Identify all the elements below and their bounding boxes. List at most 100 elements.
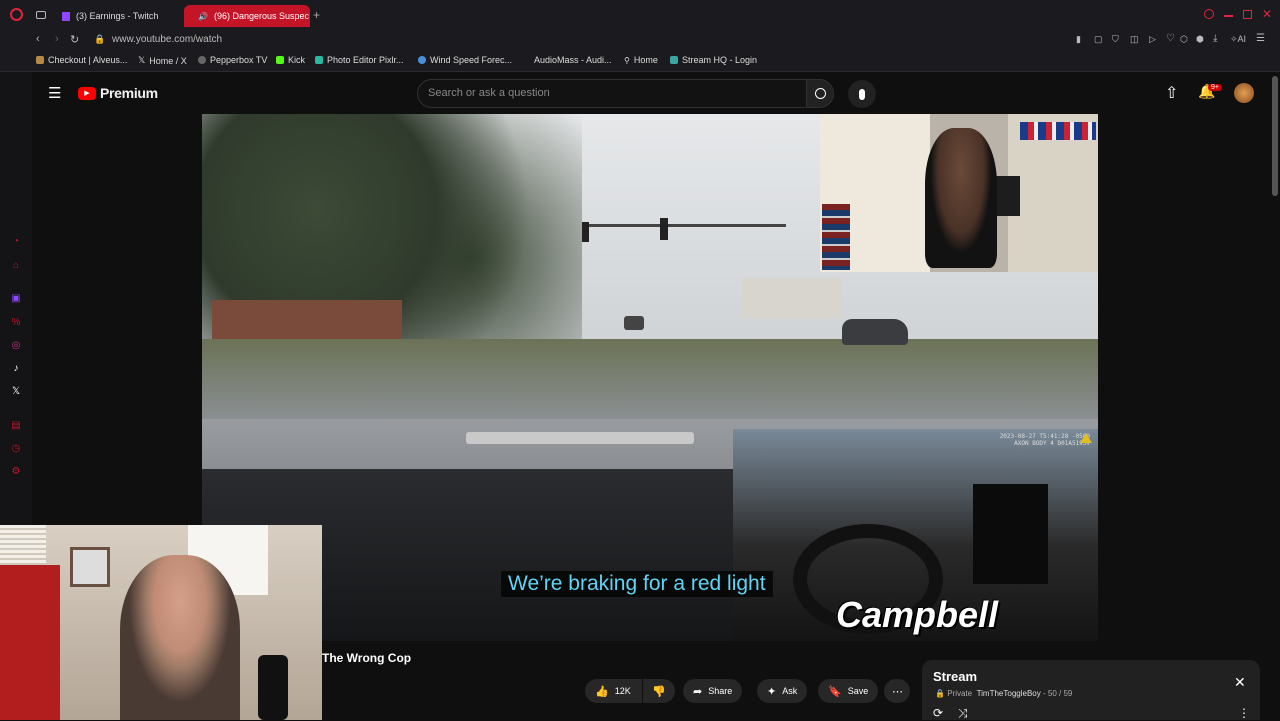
url-field[interactable]: www.youtube.com/watch: [112, 34, 222, 45]
back-icon[interactable]: ‹: [36, 33, 40, 45]
notes-icon[interactable]: ▤: [10, 420, 22, 432]
bookmark-toggle-icon[interactable]: ▮: [1076, 34, 1081, 45]
play-icon[interactable]: ▷: [1149, 34, 1156, 45]
ask-label: Ask: [782, 686, 798, 696]
hamburger-menu-icon[interactable]: ☰: [48, 84, 61, 102]
bookmark-item[interactable]: Pepperbox TV: [198, 55, 267, 65]
loop-icon[interactable]: ⟳: [933, 706, 943, 720]
like-button[interactable]: 👍 12K: [585, 679, 642, 703]
axon-logo-icon: [1080, 433, 1092, 443]
bookmark-item[interactable]: Stream HQ - Login: [670, 55, 757, 65]
pixlr-icon: [315, 56, 323, 64]
more-horizontal-icon: ⋯: [892, 685, 903, 698]
heart-icon[interactable]: ♡: [1166, 33, 1175, 44]
logo-text: Premium: [100, 85, 158, 101]
x-sidebar-icon[interactable]: 𝕏: [10, 386, 22, 398]
settings-icon[interactable]: ⚙: [10, 466, 22, 478]
books: [1020, 122, 1096, 140]
playlist-owner[interactable]: TimTheToggleBoy: [977, 689, 1041, 698]
bookmark-item[interactable]: Photo Editor Pixlr...: [315, 55, 404, 65]
search-tabs-icon[interactable]: [1204, 9, 1214, 19]
aria-icon[interactable]: ◔: [10, 236, 22, 248]
panel-menu-icon[interactable]: ⋮: [1238, 706, 1250, 720]
page-scrollbar[interactable]: [1272, 76, 1278, 196]
speaker-icon[interactable]: 🔊: [198, 12, 208, 21]
x-icon: 𝕏: [138, 55, 146, 65]
commentator: [925, 128, 997, 268]
location-pin-icon: ⚲: [624, 55, 630, 65]
instagram-icon[interactable]: ◎: [10, 340, 22, 352]
shield-icon[interactable]: ⛉: [1112, 34, 1119, 45]
bodycam-timestamp: 2023-08-27 T5:41:28 -0500 AXON BODY 4 D0…: [999, 433, 1090, 447]
close-panel-icon[interactable]: ✕: [1234, 674, 1246, 691]
bookmark-item[interactable]: Kick: [276, 55, 305, 65]
tab-menu-icon[interactable]: [36, 11, 46, 19]
houses: [212, 300, 402, 340]
tiktok-icon[interactable]: ♪: [10, 363, 22, 375]
bookmark-item[interactable]: 𝕏 Home / X: [138, 55, 187, 66]
tab-twitch[interactable]: (3) Earnings - Twitch: [54, 5, 180, 27]
upload-icon[interactable]: ⇧: [1165, 83, 1178, 103]
maximize-button[interactable]: [1243, 10, 1252, 19]
traffic-light: [660, 218, 668, 240]
car: [624, 316, 644, 330]
youtube-logo[interactable]: ▶ Premium: [78, 85, 158, 101]
pepperbox-icon: [198, 56, 206, 64]
snapshot-icon[interactable]: ▢: [1094, 34, 1103, 45]
bookmark-label: Kick: [288, 55, 306, 65]
thumbs-up-icon: 👍: [595, 685, 609, 698]
extensions-icon[interactable]: ⬡: [1180, 34, 1188, 45]
reload-icon[interactable]: ↻: [70, 33, 79, 46]
new-tab-button[interactable]: +: [313, 8, 320, 22]
camera-icon[interactable]: ◫: [1130, 34, 1139, 45]
lock-icon: 🔒: [94, 34, 106, 44]
opera-logo-icon[interactable]: [10, 8, 23, 21]
share-icon: ➦: [693, 685, 703, 698]
bookmark-icon: 🔖: [828, 685, 842, 698]
cart-icon: [36, 56, 44, 64]
microphone-icon: [859, 88, 865, 100]
tab-youtube[interactable]: 🔊 (96) Dangerous Suspec: [184, 5, 310, 27]
close-window-button[interactable]: ✕: [1262, 7, 1272, 21]
bookmark-label: Stream HQ - Login: [682, 55, 758, 65]
ask-button[interactable]: ✦ Ask: [757, 679, 808, 703]
lock-icon: 🔒: [935, 689, 945, 698]
voice-search-button[interactable]: [848, 80, 876, 108]
microphone: [258, 655, 288, 720]
search-button[interactable]: [806, 79, 834, 108]
dislike-button[interactable]: 👎: [643, 679, 675, 703]
bookmark-item[interactable]: ⚲ Home: [624, 55, 658, 65]
ai-sparkle-icon: ✧: [1230, 34, 1238, 44]
minimize-button[interactable]: [1224, 15, 1233, 17]
officer-name-overlay: Campbell: [836, 594, 999, 635]
gaming-chair: [0, 565, 60, 720]
download-icon[interactable]: ⤓: [1213, 33, 1217, 44]
search-input[interactable]: Search or ask a question: [417, 79, 807, 108]
shuffle-icon[interactable]: ⤨: [958, 706, 968, 721]
bookmark-item[interactable]: Wind Speed Forec...: [418, 55, 512, 65]
more-actions-button[interactable]: ⋯: [884, 679, 910, 703]
percent-icon[interactable]: %: [10, 317, 22, 329]
bag-icon[interactable]: ⌂: [10, 260, 22, 272]
playlist-title[interactable]: Stream: [933, 669, 977, 684]
sparkle-icon: ✦: [767, 685, 777, 698]
forward-icon[interactable]: ›: [55, 33, 59, 45]
ai-button[interactable]: ✧AI: [1230, 34, 1246, 45]
bookmark-item[interactable]: AudioMass - Audi...: [534, 55, 612, 65]
history-icon[interactable]: ◷: [10, 443, 22, 455]
bookmark-label: Home: [633, 55, 658, 65]
kick-icon: [276, 56, 284, 64]
twitch-sidebar-icon[interactable]: ▣: [10, 293, 22, 305]
wallet-icon[interactable]: ⬢: [1196, 34, 1204, 45]
share-button[interactable]: ➦ Share: [683, 679, 743, 703]
bookmark-item[interactable]: Checkout | Alveus...: [36, 55, 127, 65]
streamer-webcam: [0, 525, 322, 720]
save-button[interactable]: 🔖 Save: [818, 679, 879, 703]
video-player[interactable]: 2023-08-27 T5:41:28 -0500 AXON BODY 4 D0…: [202, 114, 1098, 641]
avatar[interactable]: [1234, 83, 1254, 103]
playlist-meta: 🔒 Private TimTheToggleBoy - 50 / 59: [935, 689, 1072, 698]
car: [842, 319, 908, 345]
browser-menu-icon[interactable]: ☰: [1256, 33, 1265, 44]
ai-label: AI: [1237, 34, 1247, 44]
tab-label: (96) Dangerous Suspec: [213, 11, 310, 21]
